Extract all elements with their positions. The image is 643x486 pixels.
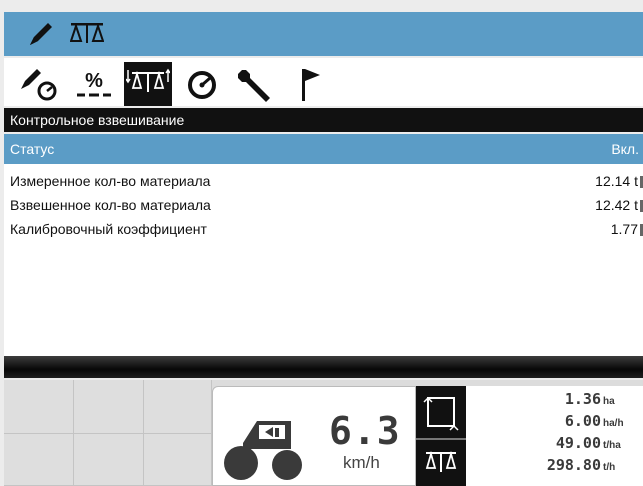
stat-value: 6.00 xyxy=(564,412,601,430)
list-item-value: 1.77 xyxy=(611,221,643,237)
grid-cell[interactable] xyxy=(74,380,144,434)
stat-area: 1.36 ha xyxy=(466,390,643,412)
scale-icon[interactable] xyxy=(70,21,104,47)
list-item[interactable]: Взвешенное кол-во материала 12.42 t xyxy=(4,193,643,217)
tab-check-weighing[interactable] xyxy=(124,62,172,106)
tab-gauge[interactable] xyxy=(178,62,226,106)
list-item-value: 12.42 t xyxy=(595,197,643,213)
grid-cell[interactable] xyxy=(144,434,212,486)
speed-unit: km/h xyxy=(343,453,380,472)
stat-area-rate: 6.00 ha/h xyxy=(466,412,643,434)
status-label: Статус xyxy=(10,141,55,157)
tab-percent[interactable]: % xyxy=(70,62,118,106)
top-bar xyxy=(4,12,643,56)
dashboard: 6.3 km/h 1.36 ha 6.00 ha/h 49.00 t/ha 29… xyxy=(4,380,643,486)
stat-unit: ha/h xyxy=(603,418,624,429)
grid-cell[interactable] xyxy=(4,380,74,434)
area-mode-button[interactable] xyxy=(422,390,460,436)
stats-panel: 1.36 ha 6.00 ha/h 49.00 t/ha 298.80 t/h xyxy=(466,386,643,486)
list-item-value: 12.14 t xyxy=(595,173,643,189)
speed-value: 6.3 xyxy=(329,409,401,453)
mode-buttons xyxy=(416,386,466,486)
list-item-label: Калибровочный коэффициент xyxy=(10,221,207,237)
area-icon xyxy=(422,396,460,438)
speed-display: 6.3 km/h xyxy=(212,386,416,486)
stat-value: 1.36 xyxy=(564,390,601,408)
tab-toolbar: % xyxy=(4,58,643,106)
stat-unit: ha xyxy=(603,396,615,407)
stat-unit: t/h xyxy=(603,462,616,473)
stat-value: 298.80 xyxy=(546,456,601,474)
tab-flag[interactable] xyxy=(286,62,334,106)
percent-icon: % xyxy=(73,67,115,101)
list-item[interactable]: Калибровочный коэффициент 1.77 xyxy=(4,217,643,241)
grid-cell[interactable] xyxy=(4,434,74,486)
wrench-icon xyxy=(236,66,276,102)
status-value: Вкл. xyxy=(611,141,639,157)
stat-unit: t/ha xyxy=(603,440,621,451)
grid-cell[interactable] xyxy=(144,380,212,434)
terminal-screen: % Контрольное взвешивание Статус Вкл. Из… xyxy=(0,0,643,486)
grid-cell[interactable] xyxy=(74,434,144,486)
pencil-gauge-icon xyxy=(19,67,61,101)
stat-flow-rate: 298.80 t/h xyxy=(466,456,643,478)
pencil-icon[interactable] xyxy=(26,19,56,49)
tab-wrench[interactable] xyxy=(232,62,280,106)
empty-grid xyxy=(4,380,212,486)
stat-value: 49.00 xyxy=(555,434,601,452)
tractor-icon xyxy=(221,413,313,486)
list-item[interactable]: Измеренное кол-во материала 12.14 t xyxy=(4,169,643,193)
data-list: Измеренное кол-во материала 12.14 t Взве… xyxy=(4,164,643,356)
tab-pencil-gauge[interactable] xyxy=(16,62,64,106)
list-item-label: Взвешенное кол-во материала xyxy=(10,197,211,213)
scale-mode-button[interactable] xyxy=(416,438,466,486)
stat-application-rate: 49.00 t/ha xyxy=(466,434,643,456)
flag-icon xyxy=(292,65,328,103)
svg-text:%: % xyxy=(85,70,103,92)
list-item-label: Измеренное кол-во материала xyxy=(10,173,211,189)
section-title: Контрольное взвешивание xyxy=(4,108,643,132)
scale-icon xyxy=(416,450,466,486)
gauge-icon xyxy=(182,67,222,101)
separator-bar xyxy=(4,356,643,378)
check-weighing-icon xyxy=(126,66,170,102)
status-row[interactable]: Статус Вкл. xyxy=(4,134,643,164)
